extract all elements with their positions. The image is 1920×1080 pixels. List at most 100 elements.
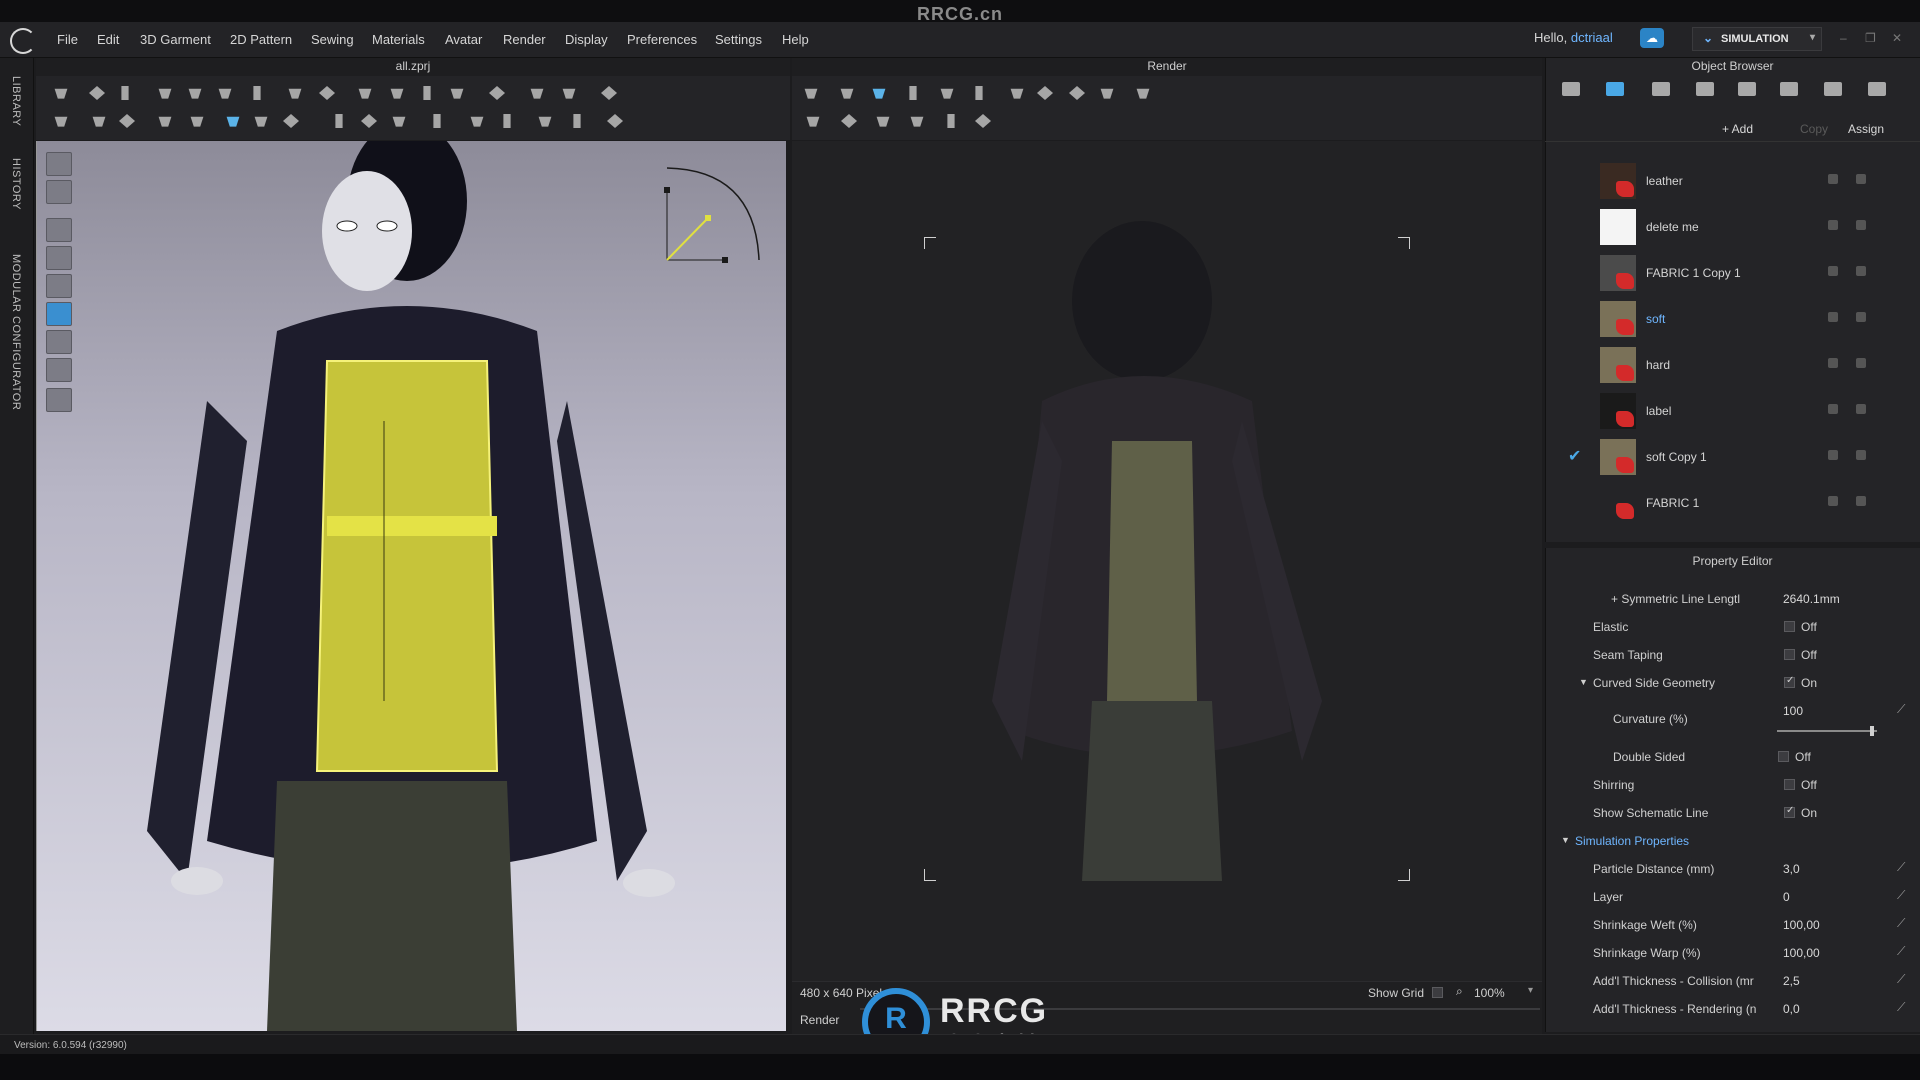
lock-icon[interactable] [1828, 496, 1838, 506]
cut-icon[interactable] [558, 82, 580, 104]
visibility-icon[interactable] [1856, 404, 1866, 414]
visibility-icon[interactable] [1856, 220, 1866, 230]
render-download-icon[interactable] [802, 110, 824, 132]
menu-3d-garment[interactable]: 3D Garment [140, 32, 211, 47]
free-sewing-icon[interactable] [222, 110, 244, 132]
fold-icon[interactable] [154, 82, 176, 104]
visibility-icon[interactable] [1856, 358, 1866, 368]
render-refresh-icon[interactable] [800, 82, 822, 104]
app-logo-icon[interactable] [10, 28, 36, 54]
menu-materials[interactable]: Materials [372, 32, 425, 47]
curvature-slider[interactable] [1777, 730, 1877, 732]
minimize-icon[interactable]: – [1840, 31, 1847, 45]
render-spotlight-icon[interactable] [872, 110, 894, 132]
render-image-icon[interactable] [868, 82, 890, 104]
menu-render[interactable]: Render [503, 32, 546, 47]
menu-preferences[interactable]: Preferences [627, 32, 697, 47]
menu-avatar[interactable]: Avatar [445, 32, 482, 47]
seam-line-icon[interactable] [154, 110, 176, 132]
smooth-icon[interactable] [116, 110, 138, 132]
render-settings-icon[interactable] [1006, 82, 1028, 104]
garment-fit-icon[interactable] [416, 82, 438, 104]
pin-icon[interactable] [354, 82, 376, 104]
unfold-icon[interactable] [214, 82, 236, 104]
lock-icon[interactable] [1828, 266, 1838, 276]
pin-icon[interactable]: ⟋ [1897, 860, 1905, 875]
render-camera-settings-icon[interactable] [1066, 82, 1088, 104]
visibility-icon[interactable] [1856, 266, 1866, 276]
avatar-silhouette-icon[interactable] [46, 358, 72, 382]
fabric-tab-icon[interactable] [1606, 82, 1624, 96]
brush-icon[interactable] [88, 110, 110, 132]
render-camera-icon[interactable] [936, 82, 958, 104]
button-tool-icon[interactable] [280, 110, 302, 132]
chevron-down-icon[interactable]: ▾ [1528, 985, 1533, 996]
elastic-checkbox[interactable] [1784, 621, 1795, 632]
flatten-icon[interactable] [246, 82, 268, 104]
gizmo-handle-top[interactable] [664, 187, 670, 193]
fabric-list-item[interactable]: FABRIC 1 [1560, 480, 1900, 526]
line-tab-icon[interactable] [1738, 82, 1756, 96]
measure-icon[interactable] [486, 82, 508, 104]
shirt-icon[interactable] [446, 82, 468, 104]
menu-display[interactable]: Display [565, 32, 608, 47]
pin-icon[interactable]: ⟋ [1897, 1000, 1905, 1015]
lock-icon[interactable] [1828, 220, 1838, 230]
render-light-icon[interactable] [1034, 82, 1056, 104]
pattern-display-icon[interactable] [46, 218, 72, 242]
render-canvas[interactable] [792, 141, 1542, 981]
fabric-list-item[interactable]: ✔ soft Copy 1 [1560, 434, 1900, 480]
garment-display-icon[interactable] [46, 180, 72, 204]
render-directional-light-icon[interactable] [906, 110, 928, 132]
fabric-list-item[interactable]: delete me [1560, 204, 1900, 250]
visibility-icon[interactable] [1856, 450, 1866, 460]
pen-icon[interactable] [284, 82, 306, 104]
tab-history[interactable]: HISTORY [10, 158, 22, 210]
user-name[interactable]: dctriaal [1571, 30, 1613, 45]
3d-viewport[interactable] [36, 141, 786, 1031]
pin-icon[interactable]: ⟋ [1897, 972, 1905, 987]
selected-display-icon[interactable] [46, 302, 72, 326]
mode-select[interactable]: ⌄ SIMULATION ▾ [1692, 27, 1822, 51]
simulation-properties-header[interactable]: ▼ Simulation Properties [1545, 830, 1920, 852]
box-select-icon[interactable] [114, 82, 136, 104]
menu-file[interactable]: File [57, 32, 78, 47]
visibility-icon[interactable] [1856, 312, 1866, 322]
pin-icon[interactable]: ⟋ [1897, 916, 1905, 931]
fabric-list-item[interactable]: leather [1560, 158, 1900, 204]
pin-icon[interactable]: ⟋ [1897, 888, 1905, 903]
trim-tab-icon[interactable] [1824, 82, 1842, 96]
puckering-tab-icon[interactable] [1780, 82, 1798, 96]
curved-side-geometry-checkbox[interactable] [1784, 675, 1795, 688]
maximize-icon[interactable]: ❐ [1865, 31, 1876, 45]
gizmo-handle-right[interactable] [722, 257, 728, 263]
gizmo-handle-yellow[interactable] [705, 215, 711, 221]
avatar-pose-icon[interactable] [50, 110, 72, 132]
fabric-list-item[interactable]: FABRIC 1 Copy 1 [1560, 250, 1900, 296]
render-environment-icon[interactable] [1096, 82, 1118, 104]
tack-icon[interactable] [598, 82, 620, 104]
texture-display-icon[interactable] [46, 246, 72, 270]
render-plane-icon[interactable] [940, 110, 962, 132]
buttonhole-icon[interactable] [388, 110, 410, 132]
tab-library[interactable]: LIBRARY [10, 76, 22, 126]
triangle-down-icon[interactable]: ▼ [1561, 835, 1570, 845]
assign-button[interactable]: Assign [1848, 122, 1884, 136]
texture-edit-icon[interactable] [466, 110, 488, 132]
triangle-down-icon[interactable]: ▼ [1579, 677, 1588, 687]
copy-button[interactable]: Copy [1800, 122, 1828, 136]
add-button[interactable]: + Add [1722, 122, 1753, 136]
graphic-icon[interactable] [496, 110, 518, 132]
segment-sewing-icon[interactable] [186, 110, 208, 132]
topstitch-icon[interactable] [426, 110, 448, 132]
lock-icon[interactable] [1828, 404, 1838, 414]
visibility-icon[interactable] [1856, 174, 1866, 184]
render-denoise-icon[interactable] [1132, 82, 1154, 104]
graphic-tab-icon[interactable] [1868, 82, 1886, 96]
arrangement-icon[interactable] [386, 82, 408, 104]
lock-icon[interactable] [1828, 450, 1838, 460]
line-tool-icon[interactable] [526, 82, 548, 104]
menu-sewing[interactable]: Sewing [311, 32, 354, 47]
topstitch-tab-icon[interactable] [1696, 82, 1714, 96]
tab-modular-configurator[interactable]: MODULAR CONFIGURATOR [10, 254, 22, 410]
